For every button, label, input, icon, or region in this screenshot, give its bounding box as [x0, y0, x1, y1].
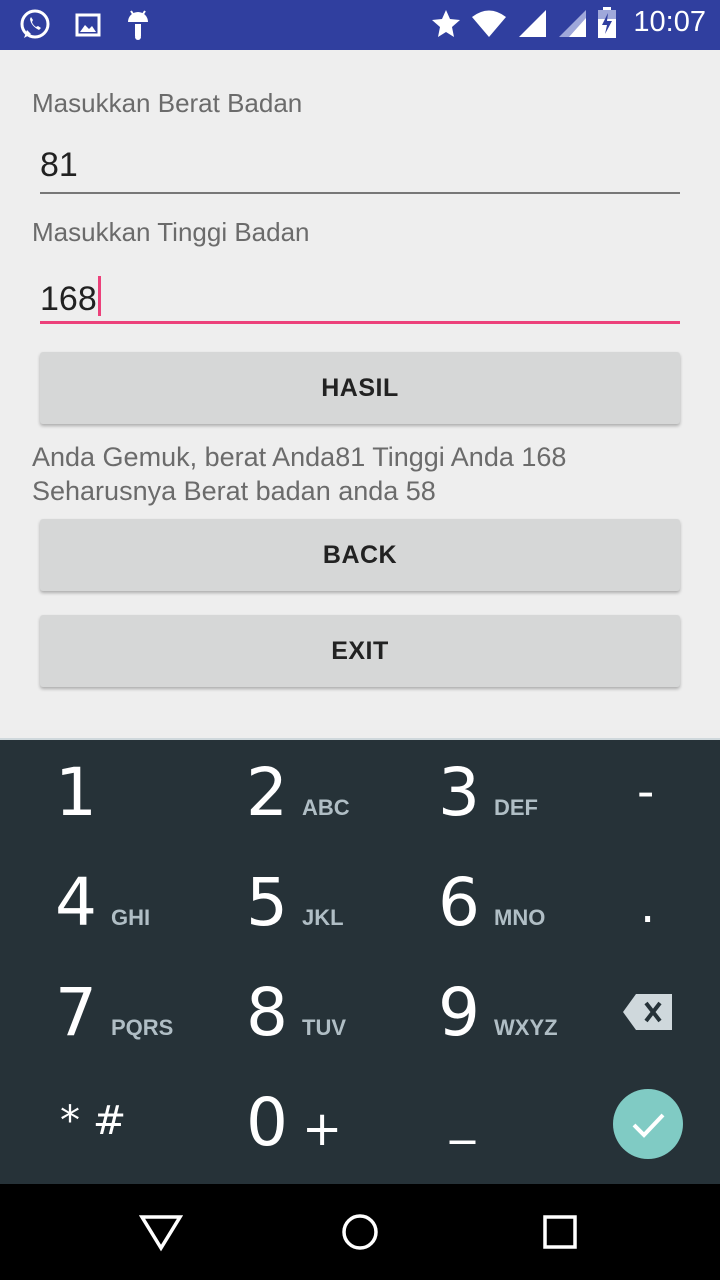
weight-input[interactable]: 81: [40, 142, 680, 194]
key-minus[interactable]: -: [637, 764, 654, 820]
status-bar: 10:07: [0, 0, 720, 50]
key-0[interactable]: 0 +: [246, 1084, 342, 1161]
key-7[interactable]: 7 PQRS: [55, 974, 173, 1051]
done-key[interactable]: [612, 1088, 684, 1165]
hasil-button[interactable]: HASIL: [40, 352, 680, 424]
star-icon: [431, 8, 461, 38]
numeric-keyboard: 1 2 ABC 3 DEF - 4 GHI 5 JKL 6 MNO . 7 PQRS 8 TU…: [0, 738, 720, 1186]
back-button[interactable]: BACK: [40, 519, 680, 591]
key-4[interactable]: 4 GHI: [55, 864, 150, 941]
android-icon: [124, 8, 152, 42]
recents-nav-icon[interactable]: [542, 1212, 578, 1257]
navigation-bar: [0, 1184, 720, 1280]
backspace-icon: [622, 994, 674, 1036]
key-3[interactable]: 3 DEF: [438, 754, 538, 831]
whatsapp-icon: [18, 8, 52, 42]
result-text: Anda Gemuk, berat Anda81 Tinggi Anda 168…: [32, 440, 692, 508]
weight-label: Masukkan Berat Badan: [32, 88, 303, 118]
weight-input-underline: [40, 192, 680, 194]
result-text-line2: Seharusnya Berat badan anda 58: [32, 476, 436, 506]
wifi-icon: [471, 8, 507, 38]
key-dot[interactable]: .: [640, 878, 655, 934]
status-time: 10:07: [633, 6, 706, 38]
back-nav-icon[interactable]: [138, 1212, 184, 1257]
battery-charging-icon: [597, 6, 617, 39]
text-cursor: [97, 276, 101, 316]
height-value: 168: [40, 280, 97, 318]
check-icon: [612, 1089, 684, 1164]
height-input[interactable]: 168: [40, 272, 680, 324]
space-key[interactable]: _: [450, 1086, 475, 1144]
key-star-hash[interactable]: * #: [60, 1098, 126, 1144]
weight-value: 81: [40, 146, 78, 184]
key-5[interactable]: 5 JKL: [246, 864, 344, 941]
key-6[interactable]: 6 MNO: [438, 864, 545, 941]
key-1[interactable]: 1: [55, 754, 97, 831]
exit-button[interactable]: EXIT: [40, 615, 680, 687]
key-2[interactable]: 2 ABC: [246, 754, 350, 831]
key-8[interactable]: 8 TUV: [246, 974, 346, 1051]
height-label: Masukkan Tinggi Badan: [32, 217, 310, 247]
backspace-key[interactable]: [622, 992, 674, 1037]
key-9[interactable]: 9 WXYZ: [438, 974, 558, 1051]
height-input-underline: [40, 321, 680, 324]
home-nav-icon[interactable]: [340, 1212, 380, 1257]
signal-icon: [557, 8, 587, 38]
result-text-line1: Anda Gemuk, berat Anda81 Tinggi Anda 168: [32, 442, 567, 472]
signal-icon: [517, 8, 547, 38]
image-icon: [74, 11, 102, 39]
